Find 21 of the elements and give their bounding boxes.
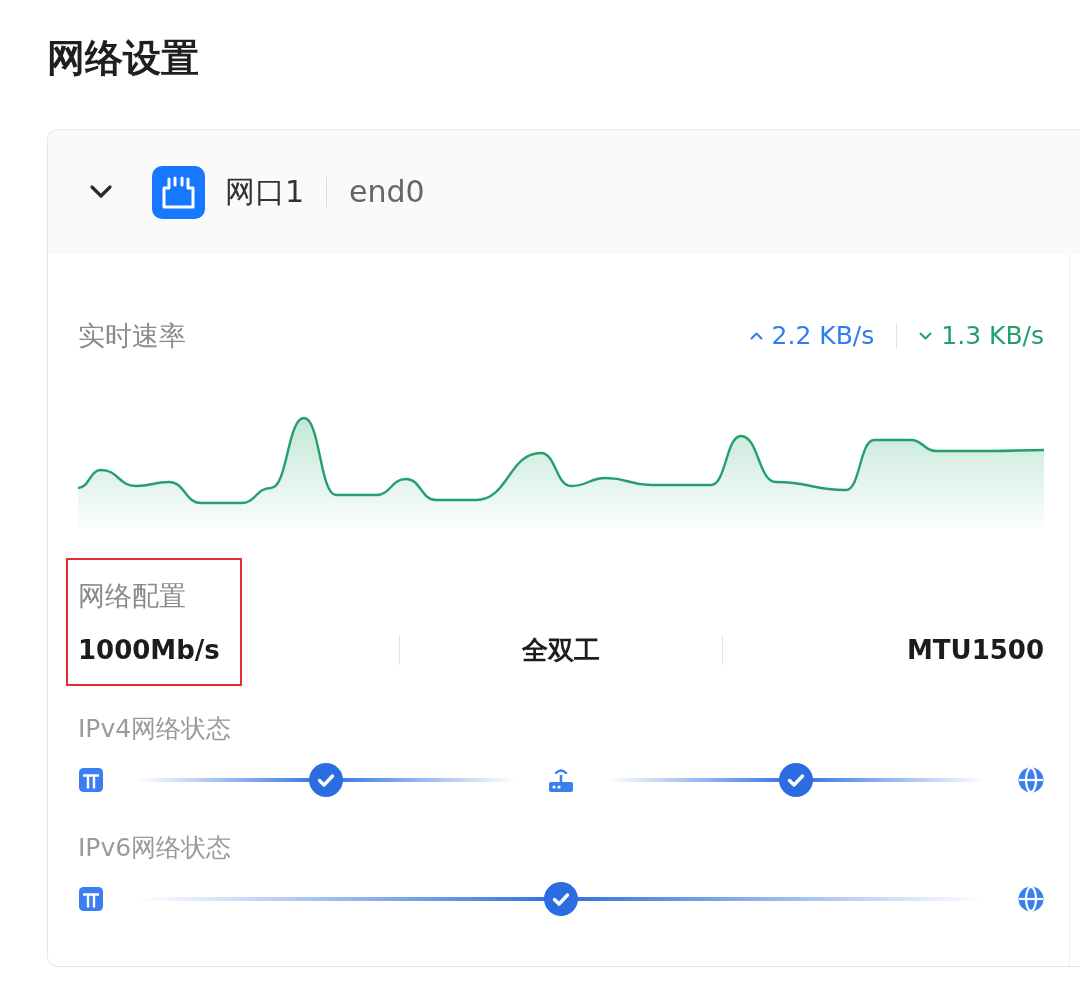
device-icon bbox=[78, 767, 104, 793]
speed-label: 实时速率 bbox=[78, 319, 186, 353]
config-label: 网络配置 bbox=[78, 579, 186, 613]
status-label: IPv4网络状态 bbox=[78, 713, 232, 745]
config-value: 全双工 bbox=[522, 634, 600, 667]
router-icon bbox=[548, 767, 574, 793]
config-value: 1000Mb/s bbox=[78, 634, 220, 667]
config-value: MTU1500 bbox=[906, 634, 1044, 667]
device-icon bbox=[78, 886, 104, 912]
caret-up-icon bbox=[749, 332, 763, 340]
page-title: 网络设置 bbox=[47, 35, 199, 82]
globe-icon bbox=[1018, 886, 1044, 912]
globe-icon bbox=[1018, 767, 1044, 793]
status-label: IPv6网络状态 bbox=[78, 832, 232, 864]
upload-speed: 2.2 KB/s bbox=[771, 320, 875, 352]
download-speed: 1.3 KB/s bbox=[941, 320, 1044, 352]
caret-down-icon bbox=[919, 332, 933, 340]
port-name: 网口1 bbox=[225, 173, 305, 211]
interface-name: end0 bbox=[349, 173, 425, 211]
chevron-icon[interactable] bbox=[88, 184, 114, 200]
ethernet-port-icon bbox=[152, 165, 205, 219]
